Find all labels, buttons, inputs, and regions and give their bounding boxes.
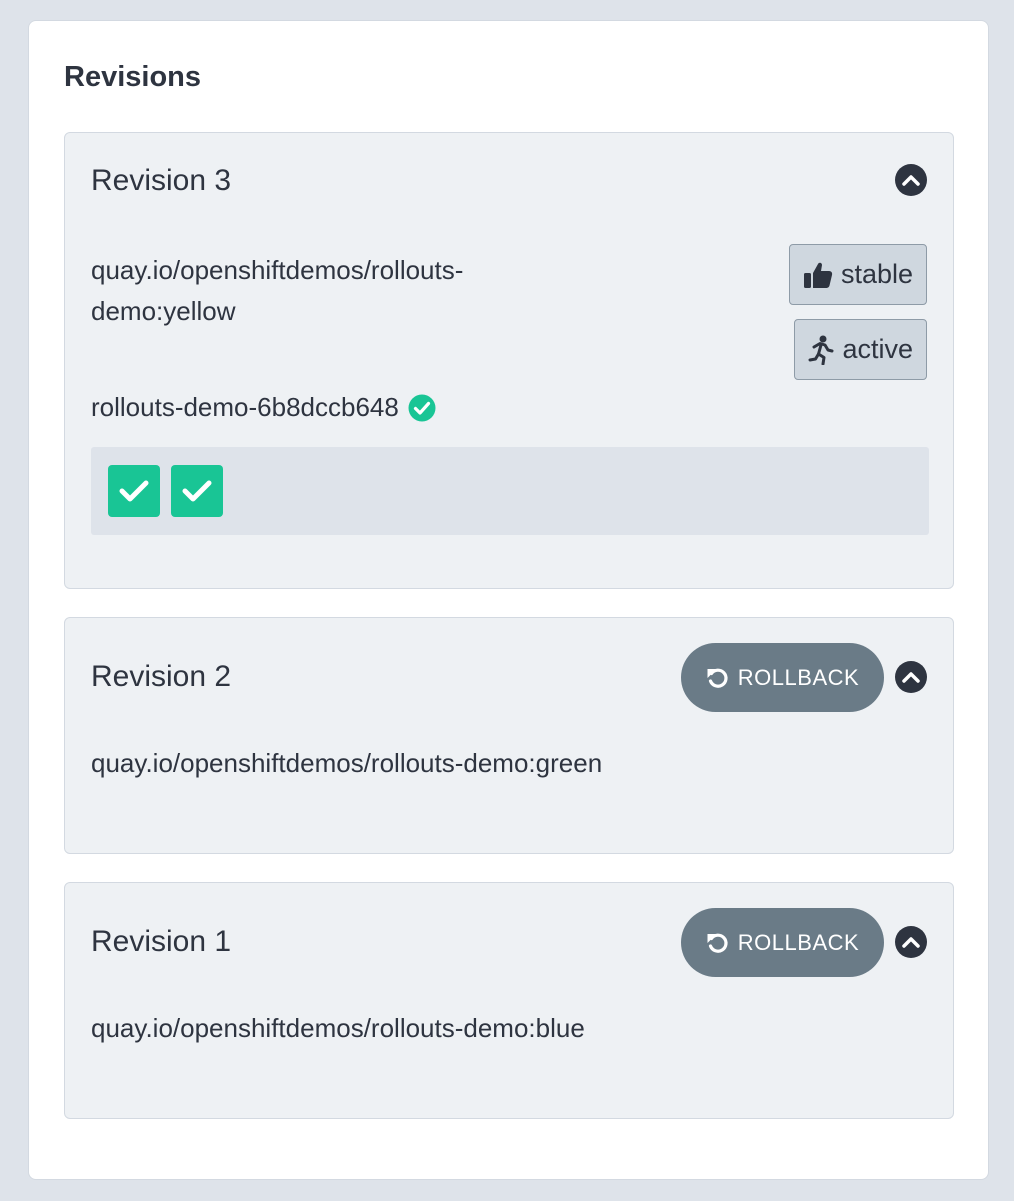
active-tag: active	[794, 319, 927, 380]
rollback-label: ROLLBACK	[737, 664, 860, 690]
rollback-button[interactable]: ROLLBACK	[681, 643, 884, 712]
revision-image: quay.io/openshiftdemos/rollouts-demo:blu…	[91, 1013, 585, 1043]
pods-container	[91, 447, 929, 535]
chevron-up-icon	[902, 672, 920, 683]
revision-image-line2: demo:yellow	[91, 296, 236, 326]
thumbs-up-icon	[803, 262, 833, 288]
pod-healthy[interactable]	[171, 465, 223, 517]
revisions-panel: Revisions Revision 3 quay.io/openshiftde…	[28, 20, 989, 1180]
revision-title: Revision 1	[91, 925, 232, 958]
rollback-label: ROLLBACK	[737, 929, 860, 955]
revision-card-2: Revision 2 ROLLBACK quay.io/openshiftdem…	[64, 617, 954, 854]
pod-healthy[interactable]	[108, 465, 160, 517]
panel-title: Revisions	[64, 61, 201, 93]
rollback-button[interactable]: ROLLBACK	[681, 908, 884, 977]
revision-image: quay.io/openshiftdemos/rollouts-demo:gre…	[91, 748, 603, 778]
replicaset-name: rollouts-demo-6b8dccb648	[91, 392, 399, 422]
collapse-toggle-button[interactable]	[895, 661, 927, 693]
check-icon	[182, 480, 212, 502]
revision-image-line1: quay.io/openshiftdemos/rollouts-	[91, 255, 464, 285]
undo-icon	[707, 668, 728, 688]
revision-card-3: Revision 3 quay.io/openshiftdemos/rollou…	[64, 132, 954, 589]
stable-tag-label: stable	[840, 259, 913, 289]
active-tag-label: active	[842, 334, 913, 364]
revision-title: Revision 3	[91, 164, 232, 197]
revision-card-1: Revision 1 ROLLBACK quay.io/openshiftdem…	[64, 882, 954, 1119]
chevron-up-icon	[902, 175, 920, 186]
collapse-toggle-button[interactable]	[895, 164, 927, 196]
check-circle-icon	[408, 394, 436, 421]
replicaset: rollouts-demo-6b8dccb648	[91, 392, 436, 423]
revision-image: quay.io/openshiftdemos/rollouts- demo:ye…	[91, 250, 463, 332]
chevron-up-icon	[902, 937, 920, 948]
running-icon	[808, 335, 834, 365]
collapse-toggle-button[interactable]	[895, 926, 927, 958]
check-icon	[119, 480, 149, 502]
undo-icon	[707, 933, 728, 953]
revision-title: Revision 2	[91, 660, 232, 693]
stable-tag: stable	[788, 244, 927, 305]
